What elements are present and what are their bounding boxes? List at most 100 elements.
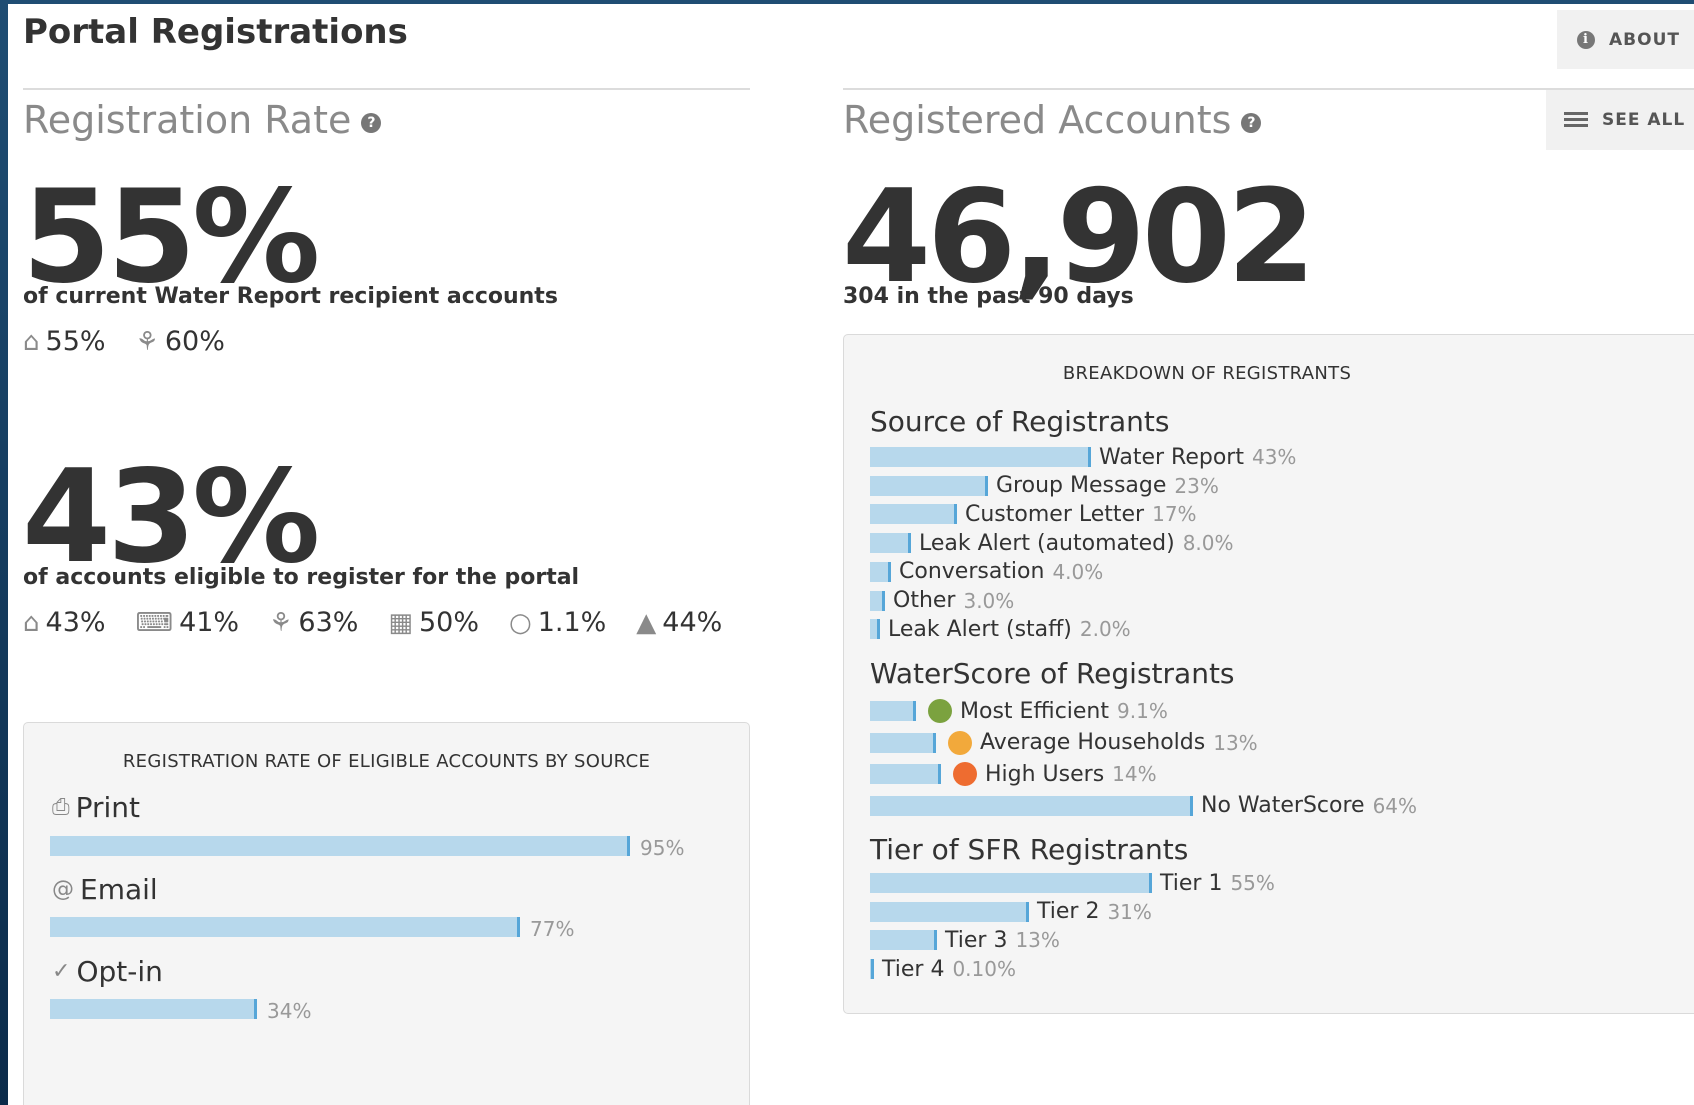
tier-percent: 55% (1230, 871, 1275, 895)
source-row: Group Message 23% (870, 473, 1219, 499)
source-label: Customer Letter (965, 501, 1145, 527)
source-bar (870, 533, 911, 554)
registration-by-source-card: REGISTRATION RATE OF ELIGIBLE ACCOUNTS B… (23, 722, 750, 1105)
drop-icon: ▲ (636, 607, 657, 638)
source-label: Conversation (899, 559, 1045, 585)
left-divider (23, 88, 750, 90)
tier-bar (870, 901, 1029, 922)
source-label: Water Report (1099, 444, 1244, 470)
waterscore-dot-icon (948, 730, 972, 755)
waterscore-label: Average Households (980, 730, 1206, 755)
waterscore-percent: 13% (1213, 730, 1258, 755)
registration-rate-title: Registration Rate? (23, 98, 382, 142)
tier-percent: 0.10% (952, 957, 1016, 982)
source-label-text: Print (75, 791, 141, 824)
breakdown-card: BREAKDOWN OF REGISTRANTS Source of Regis… (843, 334, 1694, 1014)
source-group-title: Source of Registrants (870, 405, 1170, 438)
source-label-optin: ✓ Opt-in (52, 955, 163, 988)
help-icon[interactable]: ? (361, 112, 382, 133)
eligible-rate-breakdown: ⌂ 43% ⌨ 41% ⚘ 63% ▦ 50% ○ 1.1% ▲ 44% (23, 607, 752, 638)
source-bar (870, 504, 957, 525)
waterscore-row: No WaterScore 64% (870, 793, 1418, 818)
email-icon: @ (52, 877, 74, 902)
source-label-text: Opt-in (76, 955, 163, 988)
source-row: Other 3.0% (870, 588, 1015, 613)
breakdown-item: ▲ 44% (636, 607, 722, 638)
waterscore-percent: 14% (1112, 762, 1157, 786)
tier-row: Tier 3 13% (870, 927, 1060, 953)
breakdown-value: 1.1% (537, 607, 607, 638)
source-label: Group Message (996, 473, 1167, 499)
source-row: Water Report 43% (870, 444, 1297, 470)
registration-by-source-heading: REGISTRATION RATE OF ELIGIBLE ACCOUNTS B… (122, 751, 651, 772)
breakdown-value: 55% (45, 326, 106, 357)
tier-bar (870, 873, 1152, 893)
house-icon: ⌂ (23, 326, 40, 357)
source-row: Customer Letter 17% (870, 501, 1197, 527)
waterscore-label: High Users (985, 761, 1105, 787)
check-icon: ✓ (52, 959, 71, 984)
waterscore-dot-icon (928, 699, 952, 723)
source-bar-print (50, 836, 630, 856)
tier-row: Tier 4 0.10% (870, 957, 1016, 982)
tier-label: Tier 3 (945, 927, 1008, 953)
registered-accounts-title: Registered Accounts? (843, 98, 1262, 142)
breakdown-item: ⌂ 43% (23, 607, 106, 638)
source-bar-optin (50, 999, 257, 1019)
source-percent: 17% (1152, 502, 1197, 527)
see-all-button[interactable]: SEE ALL (1546, 90, 1694, 150)
source-percent: 2.0% (1079, 617, 1131, 642)
building-icon: ▦ (388, 607, 413, 638)
source-pct-print: 95% (640, 836, 685, 860)
source-bar (870, 590, 885, 611)
breakdown-value: 60% (164, 326, 225, 357)
about-button[interactable]: i ABOUT (1557, 10, 1694, 69)
breakdown-item: ⌨ 41% (136, 607, 240, 638)
registered-accounts-caption: 304 in the past 90 days (843, 284, 1134, 309)
source-label-print: ⎙ Print (52, 791, 140, 824)
registration-rate-caption: of current Water Report recipient accoun… (23, 284, 558, 309)
tier-row: Tier 1 55% (870, 870, 1275, 896)
about-label: ABOUT (1609, 29, 1680, 50)
tier-label: Tier 1 (1160, 870, 1223, 896)
help-icon[interactable]: ? (1241, 112, 1262, 133)
tier-group-title: Tier of SFR Registrants (870, 833, 1189, 866)
registration-rate-breakdown: ⌂ 55% ⚘ 60% (23, 326, 255, 357)
tier-percent: 31% (1107, 899, 1152, 924)
source-percent: 8.0% (1182, 531, 1234, 556)
source-row: Leak Alert (staff) 2.0% (870, 617, 1131, 642)
source-bar (870, 447, 1091, 467)
source-label: Other (893, 588, 956, 613)
source-bar-email (50, 917, 520, 937)
breakdown-value: 43% (45, 607, 106, 638)
breakdown-value: 44% (662, 607, 723, 638)
breakdown-item: ○ 1.1% (509, 607, 606, 638)
breakdown-item: ▦ 50% (388, 607, 479, 638)
waterscore-bar (870, 701, 916, 721)
tier-percent: 13% (1015, 928, 1060, 953)
tier-row: Tier 2 31% (870, 899, 1152, 925)
fire-icon: ○ (509, 607, 532, 638)
portal-registrations-page: Portal Registrations i ABOUT Registratio… (8, 4, 1694, 1105)
waterscore-dot-icon (953, 762, 977, 786)
waterscore-bar (870, 732, 936, 753)
registered-accounts-count: 46,902 (842, 163, 1316, 312)
source-bar (870, 475, 988, 496)
register-icon: ⌨ (135, 607, 174, 638)
waterscore-percent: 64% (1372, 793, 1418, 818)
source-percent: 43% (1251, 445, 1297, 469)
waterscore-label: Most Efficient (960, 698, 1110, 724)
see-all-label: SEE ALL (1602, 110, 1686, 130)
breakdown-heading: BREAKDOWN OF REGISTRANTS (1062, 363, 1352, 384)
page-title: Portal Registrations (23, 12, 408, 52)
waterscore-label: No WaterScore (1201, 793, 1365, 818)
waterscore-row: Most Efficient 9.1% (870, 698, 1168, 724)
source-row: Leak Alert (automated) 8.0% (870, 531, 1234, 556)
list-icon (1564, 112, 1588, 128)
waterscore-bar (870, 764, 941, 784)
source-percent: 3.0% (963, 588, 1015, 613)
source-bar (870, 561, 891, 582)
waterscore-row: Average Households 13% (870, 730, 1258, 755)
source-label-text: Email (80, 873, 158, 906)
tier-label: Tier 2 (1037, 899, 1100, 925)
